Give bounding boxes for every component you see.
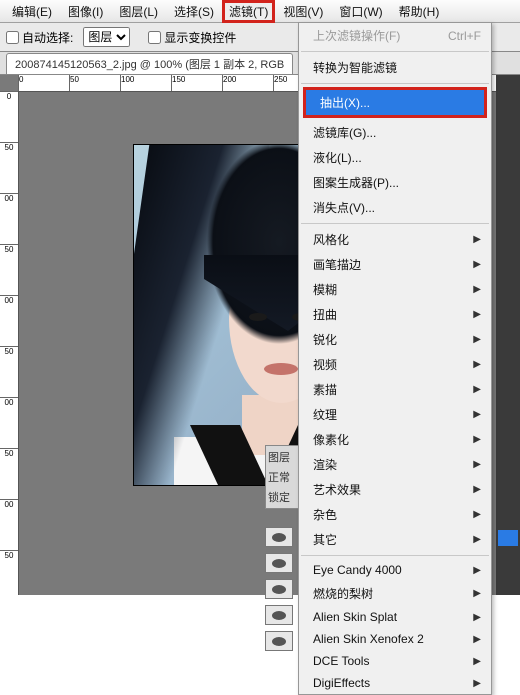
accel-text: Ctrl+F <box>448 29 481 43</box>
panel-dock <box>496 75 520 595</box>
chevron-right-icon: ▶ <box>473 509 481 520</box>
show-transform-checkbox[interactable] <box>148 31 161 44</box>
eye-icon[interactable] <box>265 527 293 547</box>
auto-select[interactable]: 自动选择: <box>6 29 73 46</box>
menu-alien-splat[interactable]: Alien Skin Splat▶ <box>299 606 491 628</box>
menu-other[interactable]: 其它▶ <box>299 527 491 552</box>
chevron-right-icon: ▶ <box>473 459 481 470</box>
eye-icon[interactable] <box>265 553 293 573</box>
chevron-right-icon: ▶ <box>473 612 481 623</box>
chevron-right-icon: ▶ <box>473 565 481 576</box>
menu-vanishing-point[interactable]: 消失点(V)... <box>299 195 491 220</box>
chevron-right-icon: ▶ <box>473 588 481 599</box>
menu-filter[interactable]: 滤镜(T) <box>222 0 275 23</box>
auto-select-label: 自动选择: <box>22 29 73 46</box>
menu-pattern-maker[interactable]: 图案生成器(P)... <box>299 170 491 195</box>
menu-layer[interactable]: 图层(L) <box>111 1 166 22</box>
menu-extract-highlight: 抽出(X)... <box>303 87 487 118</box>
menu-separator <box>301 83 489 84</box>
menu-extract[interactable]: 抽出(X)... <box>306 90 484 115</box>
menu-help[interactable]: 帮助(H) <box>391 1 448 22</box>
menu-eyecandy[interactable]: Eye Candy 4000▶ <box>299 559 491 581</box>
chevron-right-icon: ▶ <box>473 656 481 667</box>
menu-alien-xenofex[interactable]: Alien Skin Xenofex 2▶ <box>299 628 491 650</box>
menu-sketch[interactable]: 素描▶ <box>299 377 491 402</box>
layer-select[interactable]: 图层 <box>83 27 130 47</box>
chevron-right-icon: ▶ <box>473 434 481 445</box>
chevron-right-icon: ▶ <box>473 234 481 245</box>
chevron-right-icon: ▶ <box>473 384 481 395</box>
menu-stylize[interactable]: 风格化▶ <box>299 227 491 252</box>
show-transform[interactable]: 显示变换控件 <box>148 29 236 46</box>
menu-blur[interactable]: 模糊▶ <box>299 277 491 302</box>
menu-edit[interactable]: 编辑(E) <box>4 1 60 22</box>
menu-select[interactable]: 选择(S) <box>166 1 222 22</box>
chevron-right-icon: ▶ <box>473 484 481 495</box>
menu-brush-strokes[interactable]: 画笔描边▶ <box>299 252 491 277</box>
menu-last-filter[interactable]: 上次滤镜操作(F) Ctrl+F <box>299 23 491 48</box>
chevron-right-icon: ▶ <box>473 678 481 689</box>
document-tab[interactable]: 200874145120563_2.jpg @ 100% (图层 1 副本 2,… <box>6 53 293 74</box>
ruler-vertical: 0500050005000500050 <box>0 91 19 595</box>
menu-sharpen[interactable]: 锐化▶ <box>299 327 491 352</box>
menu-digieffects[interactable]: DigiEffects▶ <box>299 672 491 694</box>
menu-render[interactable]: 渲染▶ <box>299 452 491 477</box>
chevron-right-icon: ▶ <box>473 284 481 295</box>
menu-dce-tools[interactable]: DCE Tools▶ <box>299 650 491 672</box>
menu-liquify[interactable]: 液化(L)... <box>299 145 491 170</box>
menu-image[interactable]: 图像(I) <box>60 1 111 22</box>
chevron-right-icon: ▶ <box>473 534 481 545</box>
menu-separator <box>301 555 489 556</box>
menu-artistic[interactable]: 艺术效果▶ <box>299 477 491 502</box>
chevron-right-icon: ▶ <box>473 259 481 270</box>
menu-view[interactable]: 视图(V) <box>275 1 331 22</box>
chevron-right-icon: ▶ <box>473 409 481 420</box>
eye-icon[interactable] <box>265 605 293 625</box>
menu-texture[interactable]: 纹理▶ <box>299 402 491 427</box>
eye-icon[interactable] <box>265 631 293 651</box>
auto-select-checkbox[interactable] <box>6 31 19 44</box>
menu-burning-pear[interactable]: 燃烧的梨树▶ <box>299 581 491 606</box>
menu-noise[interactable]: 杂色▶ <box>299 502 491 527</box>
menu-window[interactable]: 窗口(W) <box>331 1 390 22</box>
color-swatch[interactable] <box>498 530 518 546</box>
chevron-right-icon: ▶ <box>473 334 481 345</box>
show-transform-label: 显示变换控件 <box>164 29 236 46</box>
chevron-right-icon: ▶ <box>473 359 481 370</box>
chevron-right-icon: ▶ <box>473 634 481 645</box>
menu-distort[interactable]: 扭曲▶ <box>299 302 491 327</box>
eye-icon[interactable] <box>265 579 293 599</box>
filter-menu-dropdown: 上次滤镜操作(F) Ctrl+F 转换为智能滤镜 抽出(X)... 滤镜库(G)… <box>298 22 492 695</box>
menu-convert-smart[interactable]: 转换为智能滤镜 <box>299 55 491 80</box>
menu-bar: 编辑(E) 图像(I) 图层(L) 选择(S) 滤镜(T) 视图(V) 窗口(W… <box>0 0 520 23</box>
menu-video[interactable]: 视频▶ <box>299 352 491 377</box>
menu-pixelate[interactable]: 像素化▶ <box>299 427 491 452</box>
menu-filter-gallery[interactable]: 滤镜库(G)... <box>299 120 491 145</box>
menu-separator <box>301 51 489 52</box>
chevron-right-icon: ▶ <box>473 309 481 320</box>
menu-separator <box>301 223 489 224</box>
